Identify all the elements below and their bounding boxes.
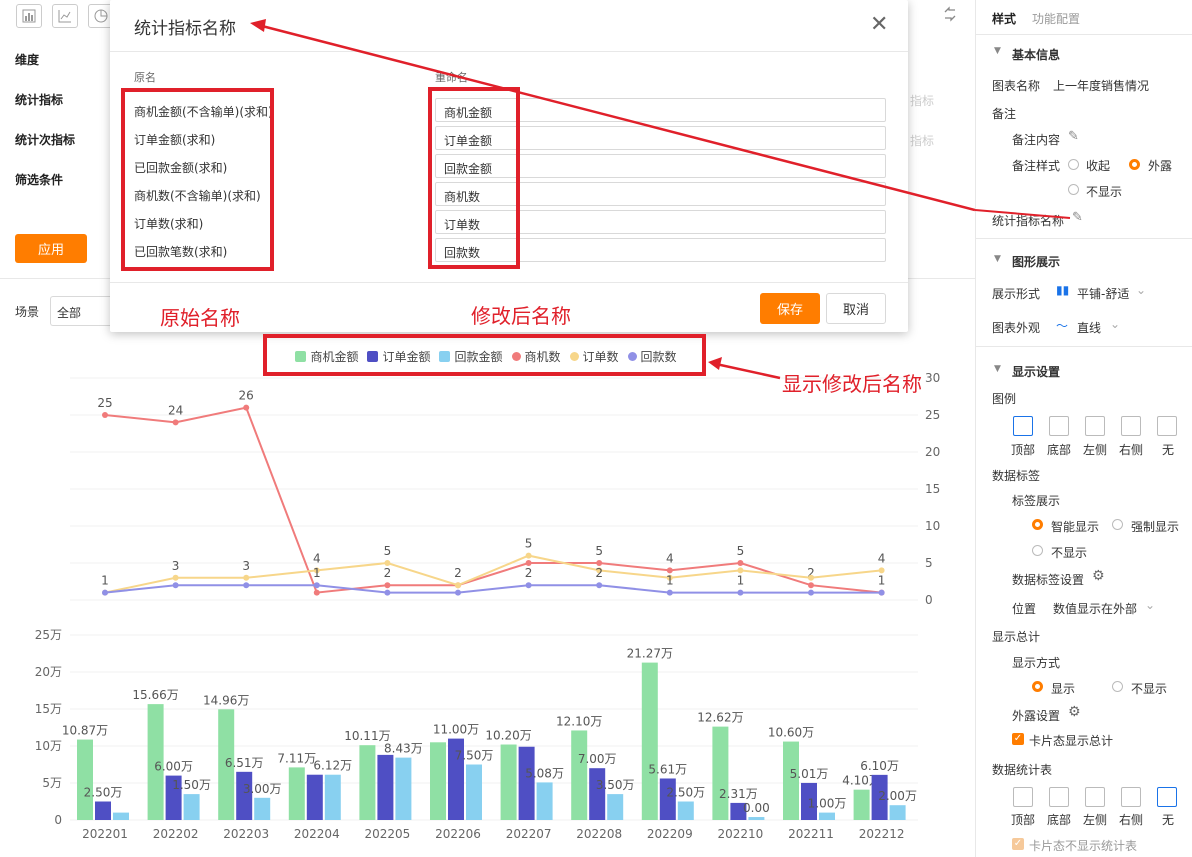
- arrow-head: [250, 19, 266, 32]
- position-label: 无: [1162, 443, 1175, 457]
- radio-label: 收起: [1086, 159, 1111, 173]
- position-label: 底部: [1047, 443, 1072, 457]
- chevron-down-icon[interactable]: ⌄: [1145, 598, 1155, 612]
- position-label: 顶部: [1011, 443, 1036, 457]
- position-value[interactable]: 数值显示在外部: [1053, 600, 1137, 617]
- radio-label: 不显示: [1086, 185, 1123, 199]
- legend-left-option[interactable]: [1085, 416, 1105, 436]
- radio-label: 显示: [1051, 682, 1076, 696]
- card-total-label: 卡片态显示总计: [1029, 734, 1114, 748]
- show-mode-label: 显示方式: [1012, 656, 1061, 670]
- line-chart-icon: 〜: [1056, 319, 1069, 333]
- table-none-option[interactable]: [1157, 787, 1177, 807]
- card-total-checkbox[interactable]: ✓: [1012, 733, 1024, 745]
- graphic-display-title: 图形展示: [1012, 255, 1061, 269]
- radio-no-show[interactable]: [1112, 681, 1123, 692]
- radio-label: 不显示: [1051, 546, 1088, 560]
- position-label: 右侧: [1119, 443, 1144, 457]
- position-label: 顶部: [1011, 813, 1036, 827]
- exposure-settings: 外露设置: [1012, 709, 1061, 723]
- display-form-label: 展示形式: [992, 287, 1041, 301]
- collapse-icon[interactable]: ▼: [994, 254, 1001, 264]
- table-left-option[interactable]: [1085, 787, 1105, 807]
- radio-label: 强制显示: [1131, 520, 1180, 534]
- legend-top-option[interactable]: [1013, 416, 1033, 436]
- position-label: 右侧: [1119, 813, 1144, 827]
- radio-label: 不显示: [1131, 682, 1168, 696]
- chevron-down-icon[interactable]: ⌄: [1136, 283, 1146, 297]
- legend-none-option[interactable]: [1157, 416, 1177, 436]
- table-top-option[interactable]: [1013, 787, 1033, 807]
- position-label: 位置: [1012, 602, 1037, 616]
- annotation-arrow: [974, 209, 1071, 219]
- radio-force[interactable]: [1112, 519, 1123, 530]
- radio-label: 智能显示: [1051, 520, 1100, 534]
- gear-icon[interactable]: ⚙: [1092, 568, 1105, 584]
- position-label: 左侧: [1083, 443, 1108, 457]
- divider: [976, 238, 1192, 239]
- radio-label: 外露: [1148, 159, 1173, 173]
- radio-show[interactable]: [1032, 681, 1043, 692]
- table-right-option[interactable]: [1121, 787, 1141, 807]
- gear-icon[interactable]: ⚙: [1068, 704, 1081, 720]
- data-label-settings: 数据标签设置: [1012, 573, 1085, 587]
- legend-bottom-option[interactable]: [1049, 416, 1069, 436]
- divider: [976, 346, 1192, 347]
- card-no-table-label: 卡片态不显示统计表: [1029, 839, 1138, 853]
- appearance-label: 图表外观: [992, 321, 1041, 335]
- legend-right-option[interactable]: [1121, 416, 1141, 436]
- annotation-arrow: [261, 24, 975, 212]
- position-label: 底部: [1047, 813, 1072, 827]
- radio-expose[interactable]: [1129, 159, 1140, 170]
- appearance-value[interactable]: 直线: [1077, 319, 1101, 336]
- position-label: 左侧: [1083, 813, 1108, 827]
- card-no-table-checkbox[interactable]: ✓: [1012, 838, 1024, 850]
- annotation-arrow-tail-svg: [974, 209, 1071, 219]
- arrow-head: [708, 357, 722, 370]
- display-settings-title: 显示设置: [1012, 365, 1061, 379]
- collapse-icon[interactable]: ▼: [994, 364, 1001, 374]
- label-display-label: 标签展示: [1012, 494, 1061, 508]
- data-label-title: 数据标签: [992, 469, 1041, 483]
- data-table-title: 数据统计表: [992, 763, 1053, 777]
- show-total-title: 显示总计: [992, 630, 1041, 644]
- legend-label: 图例: [992, 392, 1017, 406]
- annotation-arrows: [250, 19, 975, 380]
- display-form-value[interactable]: 平铺-舒适: [1077, 285, 1129, 302]
- annotation-arrow: [715, 362, 781, 380]
- table-bottom-option[interactable]: [1049, 787, 1069, 807]
- radio-smart[interactable]: [1032, 519, 1043, 530]
- chevron-down-icon[interactable]: ⌄: [1110, 317, 1120, 331]
- position-label: 无: [1162, 813, 1175, 827]
- annotation-arrow-tail: [974, 0, 1075, 233]
- bar-chart-icon: ▮▮: [1056, 283, 1070, 297]
- radio-hide-label[interactable]: [1032, 545, 1043, 556]
